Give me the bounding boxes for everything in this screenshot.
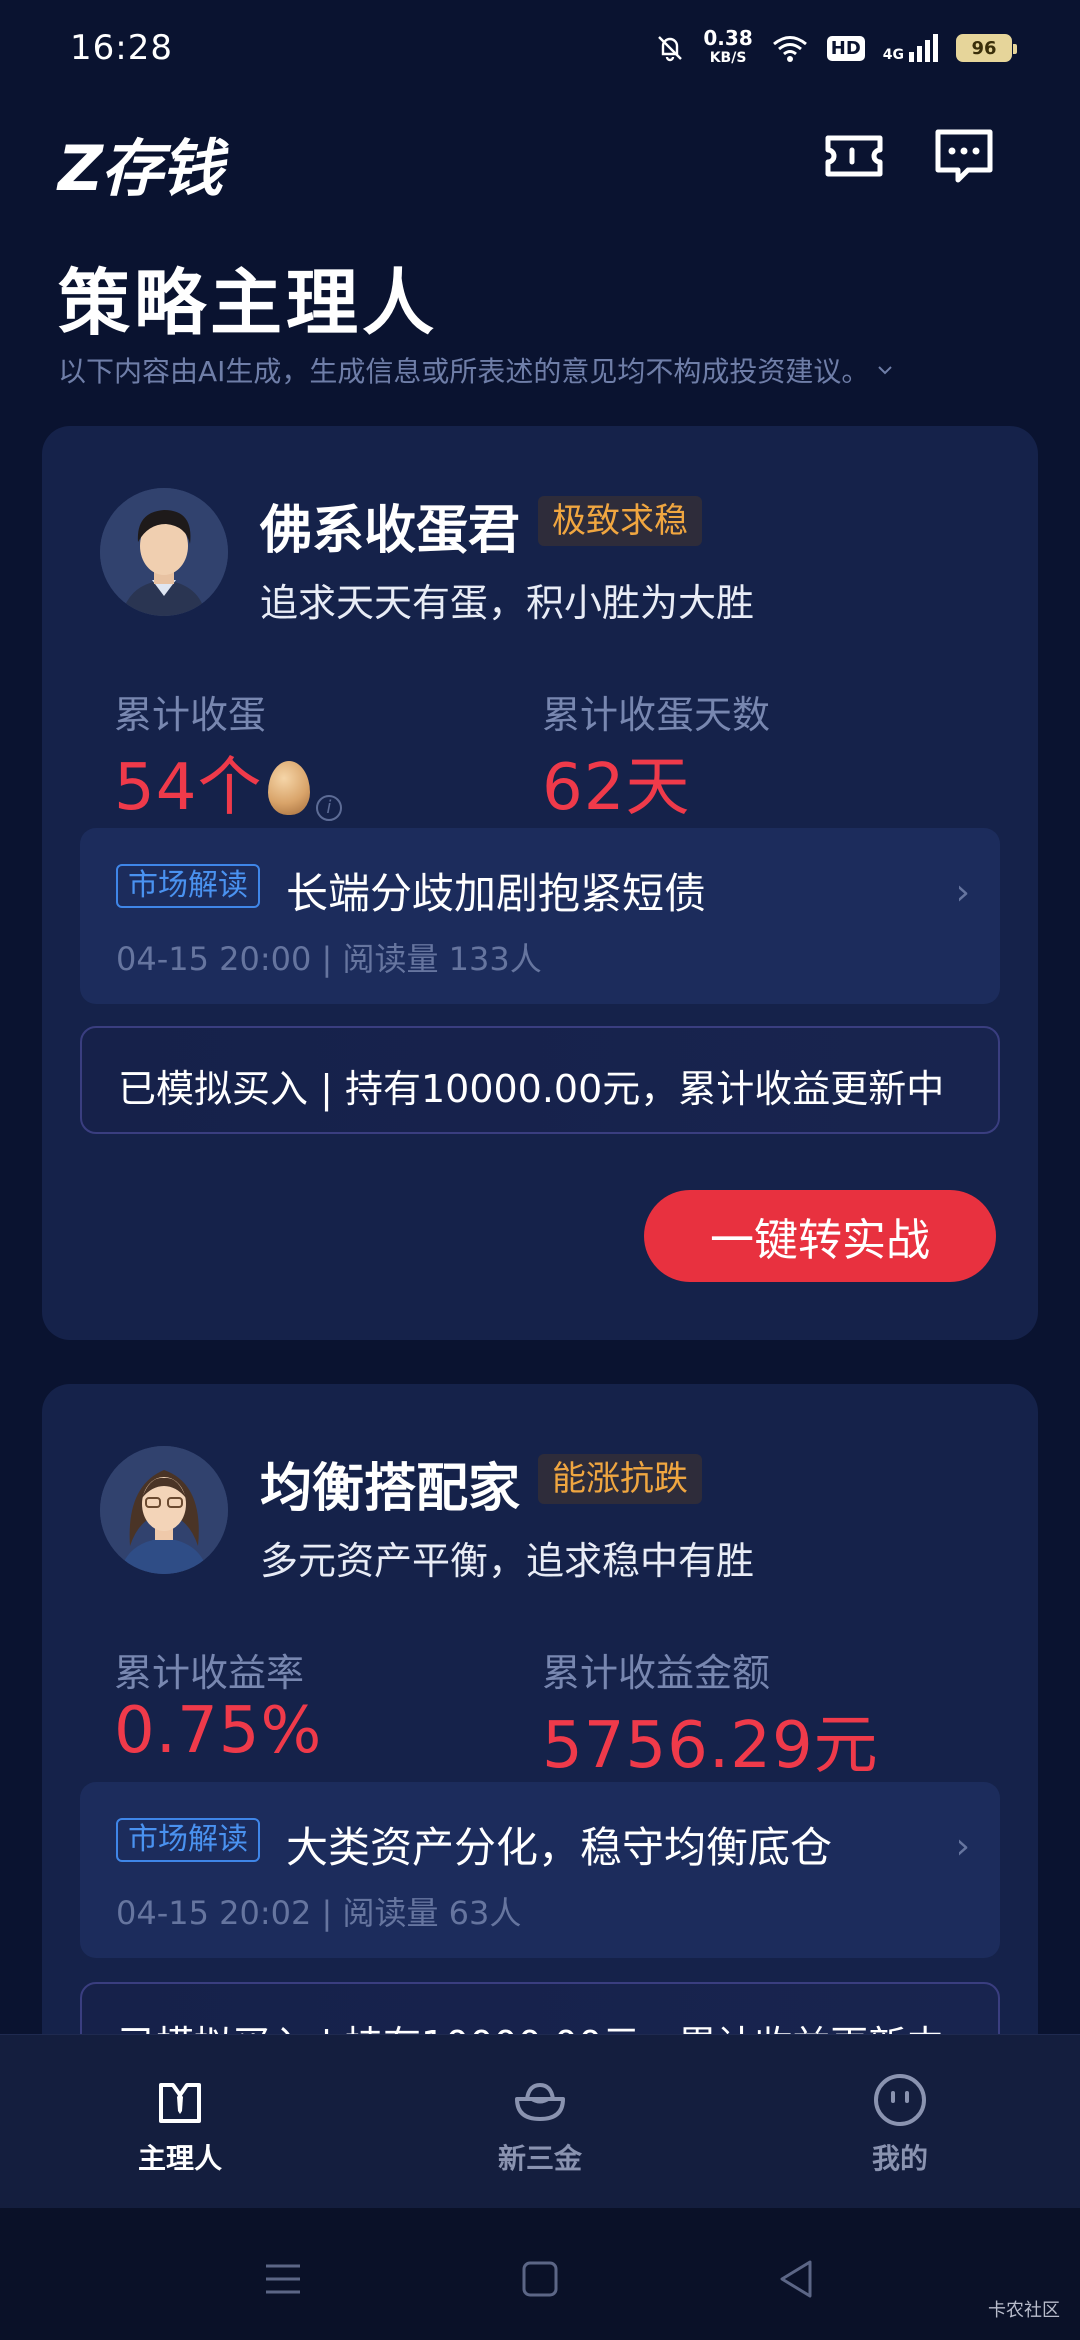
go-live-button[interactable]: 一键转实战: [644, 1190, 996, 1282]
hd-badge: HD: [826, 35, 865, 61]
market-insight-row[interactable]: 市场解读 长端分歧加剧抱紧短债 04-15 20:00 | 阅读量 133人 ›: [80, 828, 1000, 1004]
back-icon[interactable]: [772, 2254, 822, 2304]
stat-value: 54个 i: [114, 736, 343, 828]
market-title: 长端分歧加剧抱紧短债: [286, 869, 707, 918]
avatar: [100, 488, 228, 616]
stat-value: 0.75%: [114, 1694, 323, 1768]
nav-item-new-three-gold[interactable]: 新三金: [360, 2035, 720, 2208]
persona-desc: 追求天天有蛋，积小胜为大胜: [260, 581, 755, 625]
market-badge: 市场解读: [116, 1818, 260, 1862]
manager-icon: [159, 2083, 201, 2123]
persona-name: 均衡搭配家: [260, 1459, 521, 1519]
nav-label: 主理人: [137, 2142, 222, 2175]
nav-item-mine[interactable]: 我的: [720, 2035, 1080, 2208]
stat-label: 累计收蛋: [114, 693, 267, 737]
mute-bell-icon: [658, 36, 683, 62]
persona-card[interactable]: 均衡搭配家 能涨抗跌 多元资产平衡，追求稳中有胜 累计收益率 0.75% 累计收…: [42, 1384, 1038, 2090]
ticket-icon[interactable]: [822, 124, 886, 188]
message-icon[interactable]: [932, 124, 996, 188]
market-title: 大类资产分化，稳守均衡底仓: [286, 1823, 833, 1872]
stat-label: 累计收益率: [114, 1651, 305, 1695]
egg-icon: [268, 761, 311, 815]
bottom-nav: 主理人 新三金 我的: [0, 2034, 1080, 2208]
app-header: Z存钱: [0, 110, 1080, 210]
stat-value: 62天: [542, 751, 691, 825]
stat-value-text: 54个: [114, 751, 263, 825]
persona-card[interactable]: 佛系收蛋君 极致求稳 追求天天有蛋，积小胜为大胜 累计收蛋 54个 i 累计收蛋天…: [42, 426, 1038, 1340]
network-speed: 0.38 KB/S: [703, 26, 753, 66]
avatar: [100, 1446, 228, 1574]
home-icon[interactable]: [515, 2254, 565, 2304]
chevron-right-icon: ›: [955, 1826, 970, 1867]
persona-tag: 能涨抗跌: [538, 1454, 702, 1504]
profile-face-icon: [874, 2074, 926, 2126]
status-icons: 0.38 KB/S HD 4G 96: [655, 26, 1017, 68]
page-title: 策略主理人: [58, 261, 439, 345]
stat-label: 累计收蛋天数: [542, 693, 771, 737]
info-icon[interactable]: i: [316, 795, 343, 821]
status-bar: 16:28 0.38 KB/S HD 4G 96: [0, 0, 1080, 96]
stat-value: 5756.29元: [542, 1709, 879, 1783]
nav-label: 我的: [871, 2142, 928, 2175]
market-meta: 04-15 20:02 | 阅读量 63人: [116, 1894, 522, 1932]
wifi-icon: [772, 36, 807, 62]
ai-disclaimer[interactable]: 以下内容由AI生成，生成信息或所表述的意见均不构成投资建议。: [58, 350, 895, 390]
watermark: 卡农社区: [988, 2300, 1060, 2321]
brand-logo: Z存钱: [58, 132, 223, 205]
status-time: 16:28: [70, 28, 173, 68]
chevron-right-icon: ›: [955, 872, 970, 913]
nav-label: 新三金: [497, 2142, 582, 2175]
disclaimer-text: 以下内容由AI生成，生成信息或所表述的意见均不构成投资建议。: [58, 355, 870, 388]
system-nav-bar: 卡农社区: [0, 2208, 1080, 2340]
signal-icon: 4G: [883, 34, 938, 62]
menu-icon[interactable]: [258, 2254, 308, 2304]
market-meta: 04-15 20:00 | 阅读量 133人: [116, 940, 542, 978]
battery-icon: 96: [956, 34, 1017, 62]
market-insight-row[interactable]: 市场解读 大类资产分化，稳守均衡底仓 04-15 20:02 | 阅读量 63人…: [80, 1782, 1000, 1958]
holding-text: 已模拟买入 | 持有10000.00元，累计收益更新中: [118, 1067, 945, 1111]
holding-status[interactable]: 已模拟买入 | 持有10000.00元，累计收益更新中: [80, 1026, 1000, 1134]
stat-label: 累计收益金额: [542, 1651, 771, 1695]
persona-name: 佛系收蛋君: [260, 501, 521, 561]
persona-desc: 多元资产平衡，追求稳中有胜: [260, 1539, 755, 1583]
nav-item-manager[interactable]: 主理人: [0, 2035, 360, 2208]
market-badge: 市场解读: [116, 864, 260, 908]
gold-ingot-icon: [515, 2082, 565, 2121]
persona-tag: 极致求稳: [538, 496, 702, 546]
chevron-down-icon: [878, 366, 893, 375]
